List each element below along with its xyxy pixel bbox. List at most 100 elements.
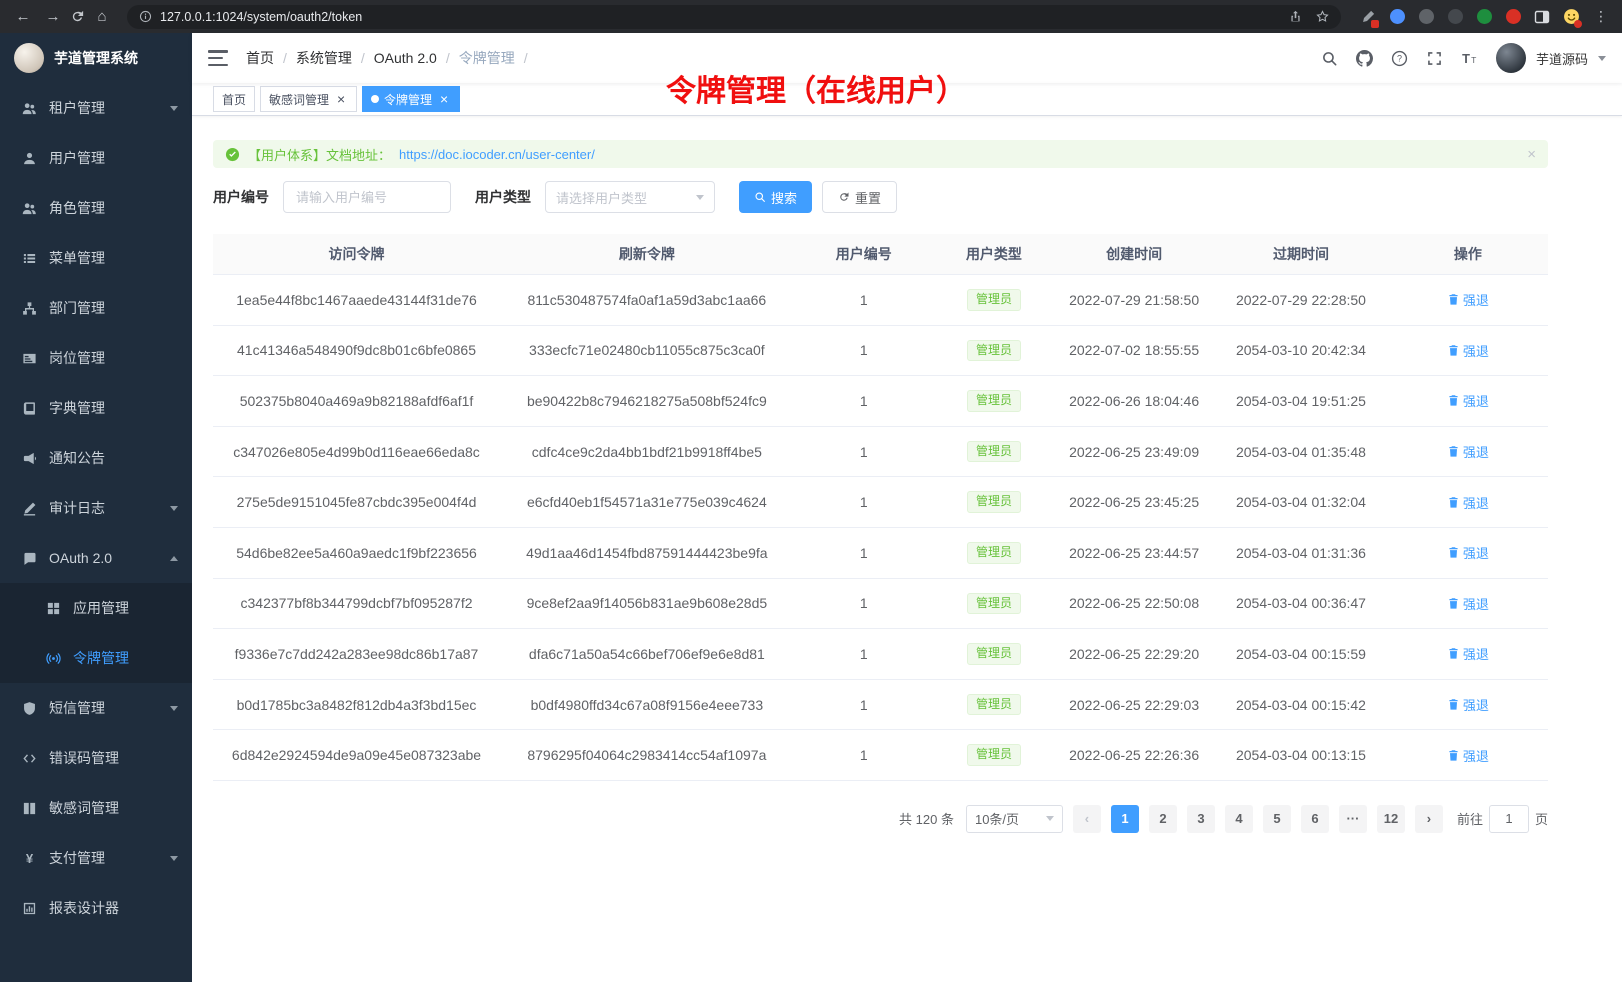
extension-blue-icon[interactable] — [1388, 8, 1406, 26]
tab[interactable]: 令牌管理 × — [362, 86, 460, 112]
url-text[interactable]: 127.0.0.1:1024/system/oauth2/token — [160, 10, 1281, 24]
browser-profile-avatar[interactable] — [1562, 8, 1580, 26]
sidebar-item[interactable]: 应用管理 — [0, 583, 192, 633]
sidebar-item-label: 短信管理 — [49, 698, 105, 718]
sidebar-item[interactable]: 用户管理 — [0, 133, 192, 183]
force-logout-button[interactable]: 强退 — [1447, 695, 1489, 714]
chevron-icon — [170, 506, 178, 511]
info-icon[interactable] — [139, 10, 152, 23]
action-cell: 强退 — [1388, 629, 1548, 680]
force-logout-button[interactable]: 强退 — [1447, 644, 1489, 663]
sidebar-item[interactable]: 错误码管理 — [0, 733, 192, 783]
extension-gray-icon[interactable] — [1417, 8, 1435, 26]
sidebar-item[interactable]: 岗位管理 — [0, 333, 192, 383]
bookmark-star-icon[interactable] — [1316, 10, 1329, 23]
created-time-cell: 2022-06-25 23:44:57 — [1054, 527, 1214, 578]
page-button[interactable]: 2 — [1149, 805, 1177, 833]
table-row: c342377bf8b344799dcbf7bf095287f2 9ce8ef2… — [213, 578, 1548, 629]
hamburger-icon[interactable] — [208, 50, 228, 66]
page-button[interactable]: 1 — [1111, 805, 1139, 833]
browser-reload-button[interactable] — [70, 9, 85, 24]
sidebar-item[interactable]: 令牌管理 — [0, 633, 192, 683]
tab-close-icon[interactable]: × — [334, 92, 348, 106]
user-id-cell: 1 — [794, 376, 934, 427]
help-question-icon[interactable]: ? — [1391, 50, 1408, 67]
tenant-users-icon — [22, 101, 37, 116]
user-id-input[interactable] — [283, 181, 451, 213]
tab-close-icon[interactable]: × — [437, 92, 451, 106]
table-row: 6d842e2924594de9a09e45e087323abe 8796295… — [213, 730, 1548, 781]
sidebar-item[interactable]: 通知公告 — [0, 433, 192, 483]
sidebar-item[interactable]: 字典管理 — [0, 383, 192, 433]
access-token-cell: 275e5de9151045fe87cbdc395e004f4d — [213, 477, 500, 528]
browser-forward-button[interactable]: → — [40, 4, 66, 30]
page-button[interactable]: 6 — [1301, 805, 1329, 833]
github-icon[interactable] — [1356, 50, 1373, 67]
search-icon[interactable] — [1321, 50, 1338, 67]
browser-back-button[interactable]: ← — [10, 4, 36, 30]
search-button[interactable]: 搜索 — [739, 181, 812, 213]
doc-link[interactable]: https://doc.iocoder.cn/user-center/ — [399, 147, 595, 162]
user-type-badge: 管理员 — [967, 390, 1021, 412]
prev-page-button[interactable]: ‹ — [1073, 805, 1101, 833]
force-logout-button[interactable]: 强退 — [1447, 543, 1489, 562]
alert-close-icon[interactable]: × — [1527, 146, 1536, 163]
force-logout-button[interactable]: 强退 — [1447, 594, 1489, 613]
sidebar-item[interactable]: 角色管理 — [0, 183, 192, 233]
sidebar-item[interactable]: 部门管理 — [0, 283, 192, 333]
breadcrumb-item[interactable]: 系统管理 — [296, 48, 374, 68]
access-token-cell: 54d6be82ee5a460a9aedc1f9bf223656 — [213, 527, 500, 578]
sidebar-item[interactable]: 短信管理 — [0, 683, 192, 733]
tab[interactable]: 首页 × — [213, 86, 255, 112]
share-icon[interactable] — [1289, 10, 1302, 23]
svg-text:T: T — [1471, 54, 1476, 64]
sidebar-menu: 租户管理 用户管理 角色管理 菜单管理 部门管理 — [0, 83, 192, 982]
user-name[interactable]: 芋道源码 — [1536, 49, 1588, 68]
sidebar-item[interactable]: 菜单管理 — [0, 233, 192, 283]
fullscreen-icon[interactable] — [1426, 50, 1443, 67]
reset-button[interactable]: 重置 — [822, 181, 897, 213]
force-logout-button[interactable]: 强退 — [1447, 341, 1489, 360]
force-logout-button[interactable]: 强退 — [1447, 746, 1489, 765]
force-logout-button[interactable]: 强退 — [1447, 442, 1489, 461]
sidebar-item[interactable]: 报表设计器 — [0, 883, 192, 933]
page-button[interactable]: 12 — [1377, 805, 1405, 833]
page-button[interactable]: 3 — [1187, 805, 1215, 833]
page-button[interactable]: 4 — [1225, 805, 1253, 833]
font-size-icon[interactable]: TT — [1461, 50, 1478, 67]
side-panel-icon[interactable] — [1533, 8, 1551, 26]
extension-dark-icon[interactable] — [1446, 8, 1464, 26]
created-time-cell: 2022-06-25 22:26:36 — [1054, 730, 1214, 781]
goto-suffix-label: 页 — [1535, 809, 1548, 828]
breadcrumb-item[interactable]: 首页 — [246, 48, 296, 68]
extension-pencil-icon[interactable] — [1359, 8, 1377, 26]
table-row: 1ea5e44f8bc1467aaede43144f31de76 811c530… — [213, 275, 1548, 326]
force-logout-button[interactable]: 强退 — [1447, 493, 1489, 512]
extension-green-icon[interactable] — [1475, 8, 1493, 26]
sidebar-item-label: 令牌管理 — [73, 648, 129, 668]
sidebar-item[interactable]: 敏感词管理 — [0, 783, 192, 833]
sidebar-item[interactable]: OAuth 2.0 — [0, 533, 192, 583]
extension-red-icon[interactable] — [1504, 8, 1522, 26]
sidebar-item[interactable]: 租户管理 — [0, 83, 192, 133]
next-page-button[interactable]: › — [1415, 805, 1443, 833]
dict-book-icon — [22, 401, 37, 416]
user-avatar[interactable] — [1496, 43, 1526, 73]
caret-down-icon — [1598, 56, 1606, 61]
browser-menu-icon[interactable]: ⋮ — [1590, 8, 1612, 25]
page-button[interactable]: ··· — [1339, 805, 1367, 833]
breadcrumb-item[interactable]: OAuth 2.0 — [374, 50, 459, 66]
goto-page-input[interactable] — [1489, 805, 1529, 833]
sidebar-item[interactable]: ¥ 支付管理 — [0, 833, 192, 883]
page-size-select[interactable]: 10条/页 — [966, 805, 1063, 833]
user-type-select[interactable]: 请选择用户类型 — [545, 181, 715, 213]
app-logo[interactable]: 芋道管理系统 — [0, 33, 192, 83]
page-button[interactable]: 5 — [1263, 805, 1291, 833]
force-logout-button[interactable]: 强退 — [1447, 391, 1489, 410]
force-logout-button[interactable]: 强退 — [1447, 290, 1489, 309]
breadcrumb-item[interactable]: 令牌管理 — [459, 48, 537, 68]
browser-home-button[interactable]: ⌂ — [89, 4, 115, 30]
tab[interactable]: 敏感词管理 × — [260, 86, 357, 112]
sidebar-item[interactable]: 审计日志 — [0, 483, 192, 533]
address-bar[interactable]: 127.0.0.1:1024/system/oauth2/token — [127, 5, 1341, 29]
